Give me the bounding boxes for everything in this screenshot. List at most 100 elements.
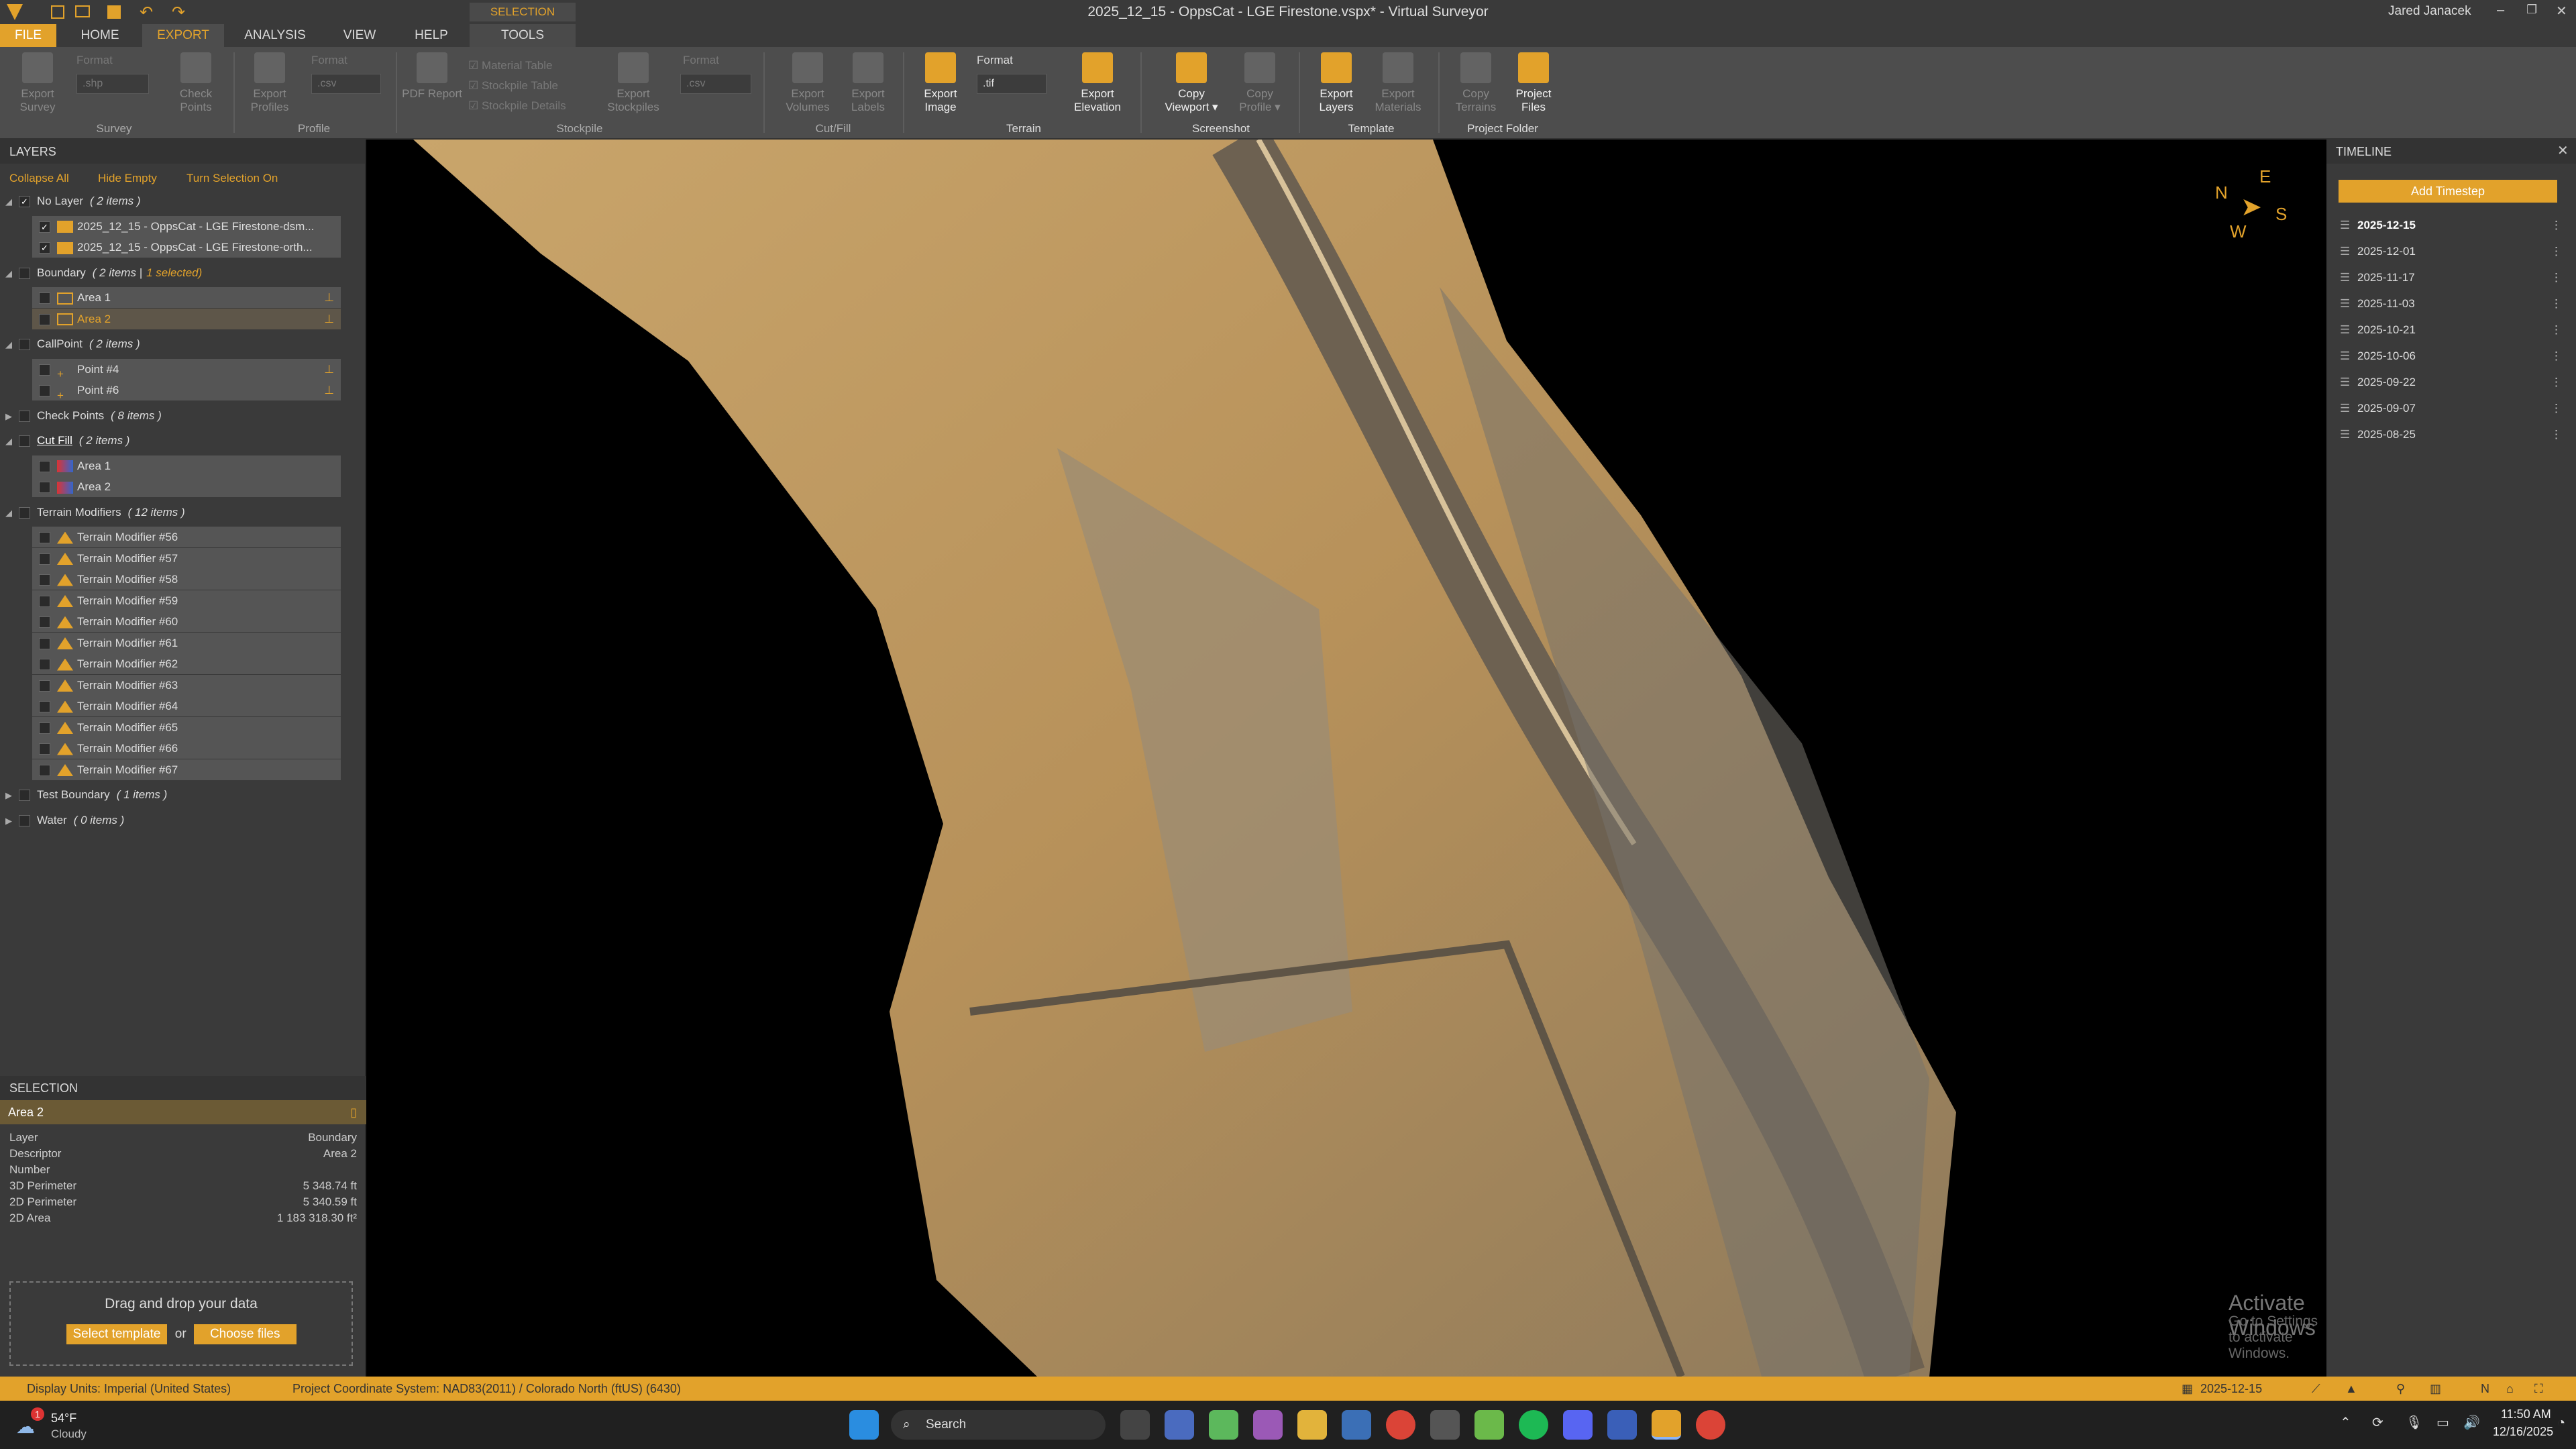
- drag-handle-icon[interactable]: ☰: [2340, 238, 2350, 264]
- north-icon[interactable]: N: [2481, 1377, 2489, 1401]
- copy-viewport-button[interactable]: Copy Viewport ▾: [1161, 52, 1222, 114]
- clock-date[interactable]: 12/16/2025: [2493, 1425, 2553, 1439]
- check-points-button[interactable]: Check Points: [165, 52, 227, 114]
- drag-handle-icon[interactable]: ☰: [2340, 290, 2350, 317]
- layer-item[interactable]: Terrain Modifier #56: [32, 527, 341, 547]
- layer-group-7[interactable]: ▶ Water ( 0 items ): [5, 810, 341, 830]
- pin-icon[interactable]: ⊥: [324, 380, 334, 400]
- layer-item-checkbox[interactable]: [39, 553, 50, 565]
- close-icon[interactable]: ✕: [2556, 3, 2567, 19]
- layer-item-checkbox[interactable]: [39, 574, 50, 586]
- timestep-item[interactable]: ☰ 2025-09-07 ⋮: [2326, 395, 2576, 421]
- timestep-item[interactable]: ☰ 2025-12-01 ⋮: [2326, 238, 2576, 264]
- chrome-icon[interactable]: [1386, 1410, 1415, 1440]
- export-image-button[interactable]: Export Image: [910, 52, 971, 114]
- delete-icon[interactable]: ▯: [350, 1100, 357, 1124]
- pin-icon[interactable]: ⊥: [324, 287, 334, 308]
- collapse-arrow-icon[interactable]: ◢: [5, 191, 19, 212]
- undo-icon[interactable]: ↶: [140, 3, 153, 22]
- timeline-close-icon[interactable]: ✕: [2557, 142, 2569, 159]
- open-folder-icon[interactable]: [75, 5, 90, 17]
- layer-item[interactable]: Terrain Modifier #57: [32, 547, 341, 569]
- qgis-icon[interactable]: [1474, 1410, 1504, 1440]
- current-date[interactable]: 2025-12-15: [2200, 1377, 2262, 1401]
- export-layers-button[interactable]: Export Layers: [1305, 52, 1367, 114]
- more-options-icon[interactable]: ⋮: [2551, 369, 2562, 395]
- tree-icon[interactable]: ⚲: [2396, 1377, 2405, 1401]
- store-icon[interactable]: [1342, 1410, 1371, 1440]
- choose-files-button[interactable]: Choose files: [193, 1324, 297, 1344]
- copilot-icon[interactable]: [1253, 1410, 1283, 1440]
- collapse-arrow-icon[interactable]: ◢: [5, 263, 19, 284]
- layer-item-checkbox[interactable]: [39, 364, 50, 376]
- lock-icon[interactable]: ▲: [2345, 1377, 2357, 1401]
- export-survey-button[interactable]: Export Survey: [7, 52, 68, 114]
- survey-format-select[interactable]: .shp: [76, 74, 149, 94]
- more-options-icon[interactable]: ⋮: [2551, 290, 2562, 317]
- save-icon[interactable]: [51, 5, 64, 19]
- add-timestep-button[interactable]: Add Timestep: [2339, 180, 2557, 203]
- layer-visibility-checkbox[interactable]: [19, 339, 30, 351]
- stockpile-details-checkbox[interactable]: ☑ Stockpile Details: [468, 99, 566, 113]
- layer-visibility-checkbox[interactable]: [19, 814, 30, 826]
- layer-visibility-checkbox[interactable]: ✓: [19, 196, 30, 208]
- layer-item-checkbox[interactable]: [39, 292, 50, 305]
- save-quick-icon[interactable]: [107, 5, 121, 19]
- export-profiles-button[interactable]: Export Profiles: [239, 52, 301, 114]
- layer-item[interactable]: Terrain Modifier #60: [32, 611, 341, 632]
- timestep-item[interactable]: ☰ 2025-09-22 ⋮: [2326, 369, 2576, 395]
- clock-time[interactable]: 11:50 AM: [2501, 1407, 2551, 1421]
- layer-item-checkbox[interactable]: ✓: [39, 221, 50, 233]
- layer-item[interactable]: Terrain Modifier #58: [32, 569, 341, 590]
- pdf-report-button[interactable]: PDF Report: [401, 52, 463, 101]
- tab-file[interactable]: FILE: [0, 24, 56, 47]
- display-units[interactable]: Display Units: Imperial (United States): [27, 1377, 231, 1401]
- more-options-icon[interactable]: ⋮: [2551, 317, 2562, 343]
- timestep-item[interactable]: ☰ 2025-10-06 ⋮: [2326, 343, 2576, 369]
- more-options-icon[interactable]: ⋮: [2551, 421, 2562, 447]
- tab-help[interactable]: HELP: [402, 24, 460, 47]
- profile-format-select[interactable]: .csv: [311, 74, 381, 94]
- tray-overflow-icon[interactable]: ⌃: [2340, 1414, 2351, 1431]
- user-name[interactable]: Jared Janacek: [2388, 4, 2471, 19]
- layer-group-5[interactable]: ◢ Terrain Modifiers ( 12 items ): [5, 502, 341, 523]
- expand-arrow-icon[interactable]: ▶: [5, 810, 19, 831]
- volume-icon[interactable]: 🔊: [2463, 1414, 2480, 1431]
- collapse-arrow-icon[interactable]: ◢: [5, 334, 19, 355]
- layer-group-6[interactable]: ▶ Test Boundary ( 1 items ): [5, 784, 341, 805]
- layer-item[interactable]: Terrain Modifier #61: [32, 632, 341, 653]
- redo-icon[interactable]: ↷: [172, 3, 185, 22]
- layer-group-3[interactable]: ▶ Check Points ( 8 items ): [5, 405, 341, 426]
- file-explorer-icon[interactable]: [1297, 1410, 1327, 1440]
- layer-item[interactable]: Terrain Modifier #59: [32, 590, 341, 611]
- layer-item[interactable]: Terrain Modifier #66: [32, 738, 341, 759]
- layer-item[interactable]: Area 1: [32, 455, 341, 476]
- collapse-all-link[interactable]: Collapse All: [9, 172, 69, 185]
- layer-item[interactable]: Terrain Modifier #63: [32, 674, 341, 696]
- remote-app-icon[interactable]: [1607, 1410, 1637, 1440]
- layer-visibility-checkbox[interactable]: [19, 410, 30, 422]
- terrain-format-select[interactable]: .tif: [977, 74, 1046, 94]
- drag-handle-icon[interactable]: ☰: [2340, 317, 2350, 343]
- chrome-profile-icon[interactable]: [1696, 1410, 1725, 1440]
- layer-item-checkbox[interactable]: [39, 482, 50, 494]
- collapse-arrow-icon[interactable]: ◢: [5, 431, 19, 451]
- export-labels-button[interactable]: Export Labels: [837, 52, 899, 114]
- timestep-item[interactable]: ☰ 2025-10-21 ⋮: [2326, 317, 2576, 343]
- layer-item[interactable]: Terrain Modifier #64: [32, 696, 341, 716]
- snipping-tool-icon[interactable]: [1165, 1410, 1194, 1440]
- more-options-icon[interactable]: ⋮: [2551, 343, 2562, 369]
- tab-view[interactable]: VIEW: [331, 24, 388, 47]
- taskbar-search[interactable]: ⌕ Search: [891, 1410, 1106, 1440]
- layer-item-checkbox[interactable]: [39, 532, 50, 544]
- layer-group-2[interactable]: ◢ CallPoint ( 2 items ): [5, 333, 341, 354]
- layer-item-checkbox[interactable]: [39, 701, 50, 713]
- coordinate-system[interactable]: Project Coordinate System: NAD83(2011) /…: [292, 1377, 681, 1401]
- layer-visibility-checkbox[interactable]: [19, 790, 30, 802]
- weather-widget[interactable]: 1 ☁ 54°F Cloudy: [16, 1406, 137, 1444]
- layer-group-4[interactable]: ◢ Cut Fill ( 2 items ): [5, 430, 341, 451]
- layer-visibility-checkbox[interactable]: [19, 267, 30, 279]
- calculator-icon[interactable]: [1430, 1410, 1460, 1440]
- layer-item[interactable]: Terrain Modifier #67: [32, 759, 341, 780]
- pin-icon[interactable]: ⊥: [324, 359, 334, 380]
